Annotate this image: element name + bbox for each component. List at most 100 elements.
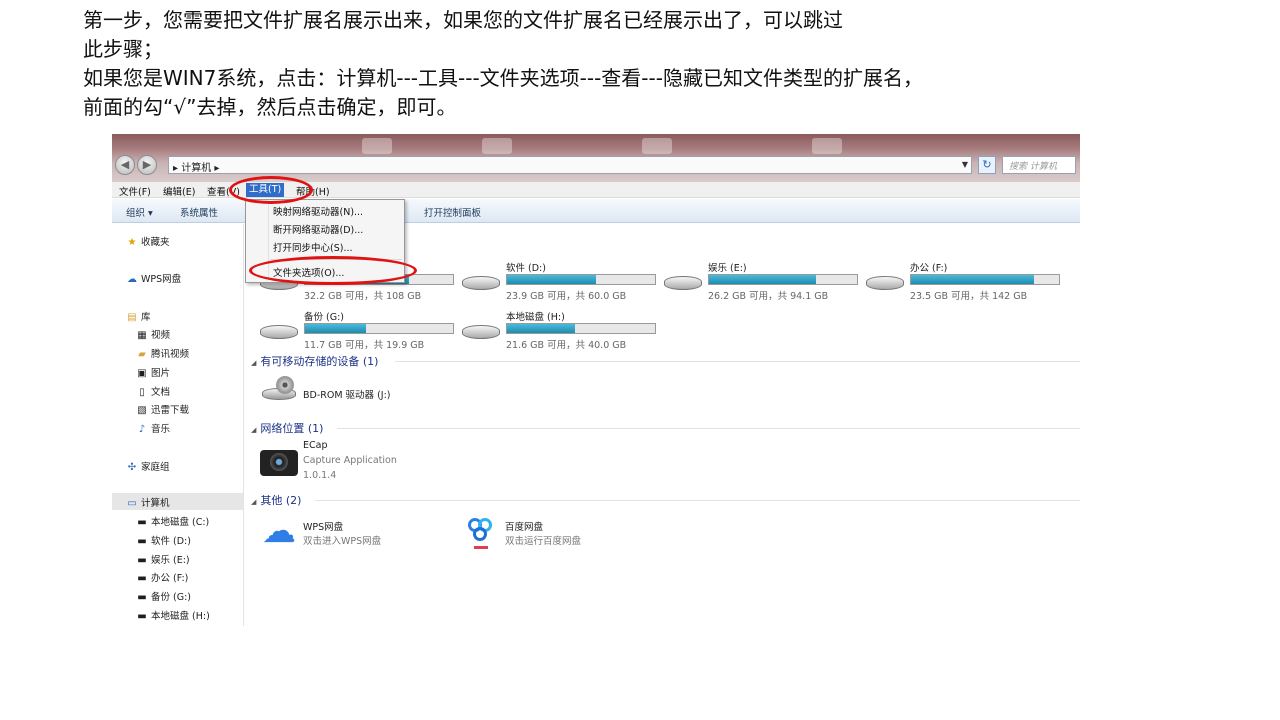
drive-tile-g[interactable]: 备份 (G:) 11.7 GB 可用，共 19.9 GB xyxy=(260,309,460,353)
drive-icon: ▬ xyxy=(137,536,147,547)
group-header-removable[interactable]: ◢ 有可移动存储的设备 (1) xyxy=(251,353,378,369)
instruction-line-4: 前面的勾“√”去掉，然后点击确定，即可。 xyxy=(83,95,457,119)
drive-usage-bar xyxy=(506,274,656,285)
ecap-network-item[interactable]: ECap Capture Application 1.0.1.4 xyxy=(260,440,460,486)
sidebar-item-computer[interactable]: ▭ 计算机 xyxy=(112,493,243,510)
collapse-triangle-icon[interactable]: ◢ xyxy=(251,426,256,434)
menu-file[interactable]: 文件(F) xyxy=(119,184,151,198)
drive-free-space: 23.9 GB 可用，共 60.0 GB xyxy=(506,291,627,302)
search-input[interactable]: 搜索 计算机 xyxy=(1002,156,1076,174)
sidebar-item-music[interactable]: ♪ 音乐 xyxy=(136,421,170,435)
baidu-netdisk-item[interactable]: 百度网盘 双击运行百度网盘 xyxy=(462,514,652,550)
menu-item-folder-options[interactable]: 文件夹选项(O)... xyxy=(273,265,344,279)
sidebar-item-libraries[interactable]: ▤ 库 xyxy=(126,309,150,323)
navigation-pane: ★ 收藏夹 ☁ WPS网盘 ▤ 库 ▦ 视频 ▰ 腾讯视频 ▣ 图片 ▯ 文档 ▧ 迅雷下载 ♪… xyxy=(112,224,244,626)
group-divider xyxy=(315,500,1080,501)
sidebar-item-pictures[interactable]: ▣ 图片 xyxy=(136,365,170,379)
drive-icon: ▬ xyxy=(137,517,147,528)
drive-usage-bar xyxy=(910,274,1060,285)
collapse-triangle-icon[interactable]: ◢ xyxy=(251,498,256,506)
menu-item-map-network-drive[interactable]: 映射网络驱动器(N)... xyxy=(273,204,363,218)
sidebar-item-drive-e[interactable]: ▬ 娱乐 (E:) xyxy=(136,552,190,566)
sidebar-item-thunder-downloads[interactable]: ▧ 迅雷下载 xyxy=(136,402,189,416)
menu-help[interactable]: 帮助(H) xyxy=(296,184,330,198)
sidebar-item-drive-f[interactable]: ▬ 办公 (F:) xyxy=(136,570,188,584)
drive-name: 软件 (D:) xyxy=(506,263,546,274)
drive-tile-d[interactable]: 软件 (D:) 23.9 GB 可用，共 60.0 GB xyxy=(462,260,662,304)
organize-button[interactable]: 组织 ▾ xyxy=(126,205,153,219)
background-blur xyxy=(482,138,512,154)
address-bar[interactable]: ▸ 计算机 ▸ ▼ xyxy=(168,156,972,174)
sidebar-label: 家庭组 xyxy=(141,462,170,473)
menu-gutter xyxy=(268,202,269,280)
drive-usage-fill xyxy=(709,275,816,284)
hard-drive-icon xyxy=(260,325,298,339)
sidebar-label: 娱乐 (E:) xyxy=(151,555,190,566)
open-control-panel-button[interactable]: 打开控制面板 xyxy=(424,205,481,219)
drive-usage-bar xyxy=(304,323,454,334)
sidebar-item-wps-cloud[interactable]: ☁ WPS网盘 xyxy=(126,271,181,285)
sidebar-item-videos[interactable]: ▦ 视频 xyxy=(136,327,170,341)
sidebar-label: 办公 (F:) xyxy=(151,573,189,584)
sidebar-item-documents[interactable]: ▯ 文档 xyxy=(136,384,170,398)
breadcrumb[interactable]: ▸ 计算机 ▸ xyxy=(173,159,219,174)
drive-tile-h[interactable]: 本地磁盘 (H:) 21.6 GB 可用，共 40.0 GB xyxy=(462,309,662,353)
sidebar-label: 腾讯视频 xyxy=(151,349,190,360)
drive-icon: ▬ xyxy=(137,592,147,603)
hard-drive-icon xyxy=(462,276,500,290)
drive-icon: ▬ xyxy=(137,611,147,622)
forward-button[interactable]: ▶ xyxy=(137,155,157,175)
refresh-icon[interactable]: ↻ xyxy=(978,156,996,174)
baidu-netdisk-description: 双击运行百度网盘 xyxy=(505,536,582,547)
sidebar-label: 本地磁盘 (H:) xyxy=(151,611,210,622)
menu-view[interactable]: 查看(V) xyxy=(207,184,240,198)
drive-usage-bar xyxy=(708,274,858,285)
sidebar-item-drive-g[interactable]: ▬ 备份 (G:) xyxy=(136,589,191,603)
sidebar-label: 文档 xyxy=(151,387,171,398)
menu-tools[interactable]: 工具(T) xyxy=(246,183,285,197)
drive-icon: ▬ xyxy=(137,555,147,566)
drive-usage-fill xyxy=(911,275,1034,284)
content-pane: 32.2 GB 可用，共 108 GB 软件 (D:) 23.9 GB 可用，共… xyxy=(245,224,1080,626)
sidebar-item-drive-d[interactable]: ▬ 软件 (D:) xyxy=(136,533,191,547)
menu-edit[interactable]: 编辑(E) xyxy=(163,184,195,198)
instruction-line-3: 如果您是WIN7系统，点击：计算机---工具---文件夹选项---查看---隐藏… xyxy=(83,66,923,90)
sidebar-item-favorites[interactable]: ★ 收藏夹 xyxy=(126,234,170,248)
background-blur xyxy=(362,138,392,154)
music-icon: ♪ xyxy=(138,424,146,435)
group-header-other[interactable]: ◢ 其他 (2) xyxy=(251,492,301,508)
bd-rom-drive[interactable]: BD-ROM 驱动器 (J:) xyxy=(260,374,440,410)
drive-usage-fill xyxy=(507,324,576,333)
back-button[interactable]: ◀ xyxy=(115,155,135,175)
ecap-name: ECap xyxy=(303,440,328,451)
disc-icon xyxy=(276,376,294,394)
drive-tile-e[interactable]: 娱乐 (E:) 26.2 GB 可用，共 94.1 GB xyxy=(664,260,864,304)
sidebar-item-homegroup[interactable]: ✣ 家庭组 xyxy=(126,459,170,473)
drive-usage-fill xyxy=(507,275,596,284)
sidebar-item-tencent-video[interactable]: ▰ 腾讯视频 xyxy=(136,346,189,360)
sidebar-item-drive-h[interactable]: ▬ 本地磁盘 (H:) xyxy=(136,608,210,622)
baidu-netdisk-icon xyxy=(464,516,498,550)
group-title: 有可移动存储的设备 (1) xyxy=(260,355,379,368)
instruction-line-1: 第一步，您需要把文件扩展名展示出来，如果您的文件扩展名已经展示出了，可以跳过 xyxy=(83,8,843,32)
drive-tile-f[interactable]: 办公 (F:) 23.5 GB 可用，共 142 GB xyxy=(866,260,1066,304)
menu-item-open-sync-center[interactable]: 打开同步中心(S)... xyxy=(273,240,353,254)
sidebar-label: 本地磁盘 (C:) xyxy=(151,517,210,528)
folder-icon: ▰ xyxy=(138,349,146,360)
group-header-network[interactable]: ◢ 网络位置 (1) xyxy=(251,420,323,436)
drive-name: 办公 (F:) xyxy=(910,263,948,274)
system-properties-button[interactable]: 系统属性 xyxy=(180,205,218,219)
sidebar-label: 收藏夹 xyxy=(141,237,170,248)
drive-name: 本地磁盘 (H:) xyxy=(506,312,565,323)
baidu-netdisk-name: 百度网盘 xyxy=(505,522,544,533)
sidebar-label: 图片 xyxy=(151,368,171,379)
explorer-screenshot: ◀ ▶ ▸ 计算机 ▸ ▼ ↻ 搜索 计算机 文件(F) 编辑(E) 查看(V)… xyxy=(112,134,1080,626)
collapse-triangle-icon[interactable]: ◢ xyxy=(251,359,256,367)
wps-cloud-item[interactable]: ☁ WPS网盘 双击进入WPS网盘 xyxy=(260,514,450,550)
menu-bar: 文件(F) 编辑(E) 查看(V) 工具(T) 帮助(H) xyxy=(112,182,1080,198)
sidebar-item-drive-c[interactable]: ▬ 本地磁盘 (C:) xyxy=(136,514,209,528)
star-icon: ★ xyxy=(127,237,137,248)
computer-icon: ▭ xyxy=(127,498,137,509)
chevron-down-icon[interactable]: ▼ xyxy=(959,157,971,173)
menu-item-disconnect-network-drive[interactable]: 断开网络驱动器(D)... xyxy=(273,222,363,236)
